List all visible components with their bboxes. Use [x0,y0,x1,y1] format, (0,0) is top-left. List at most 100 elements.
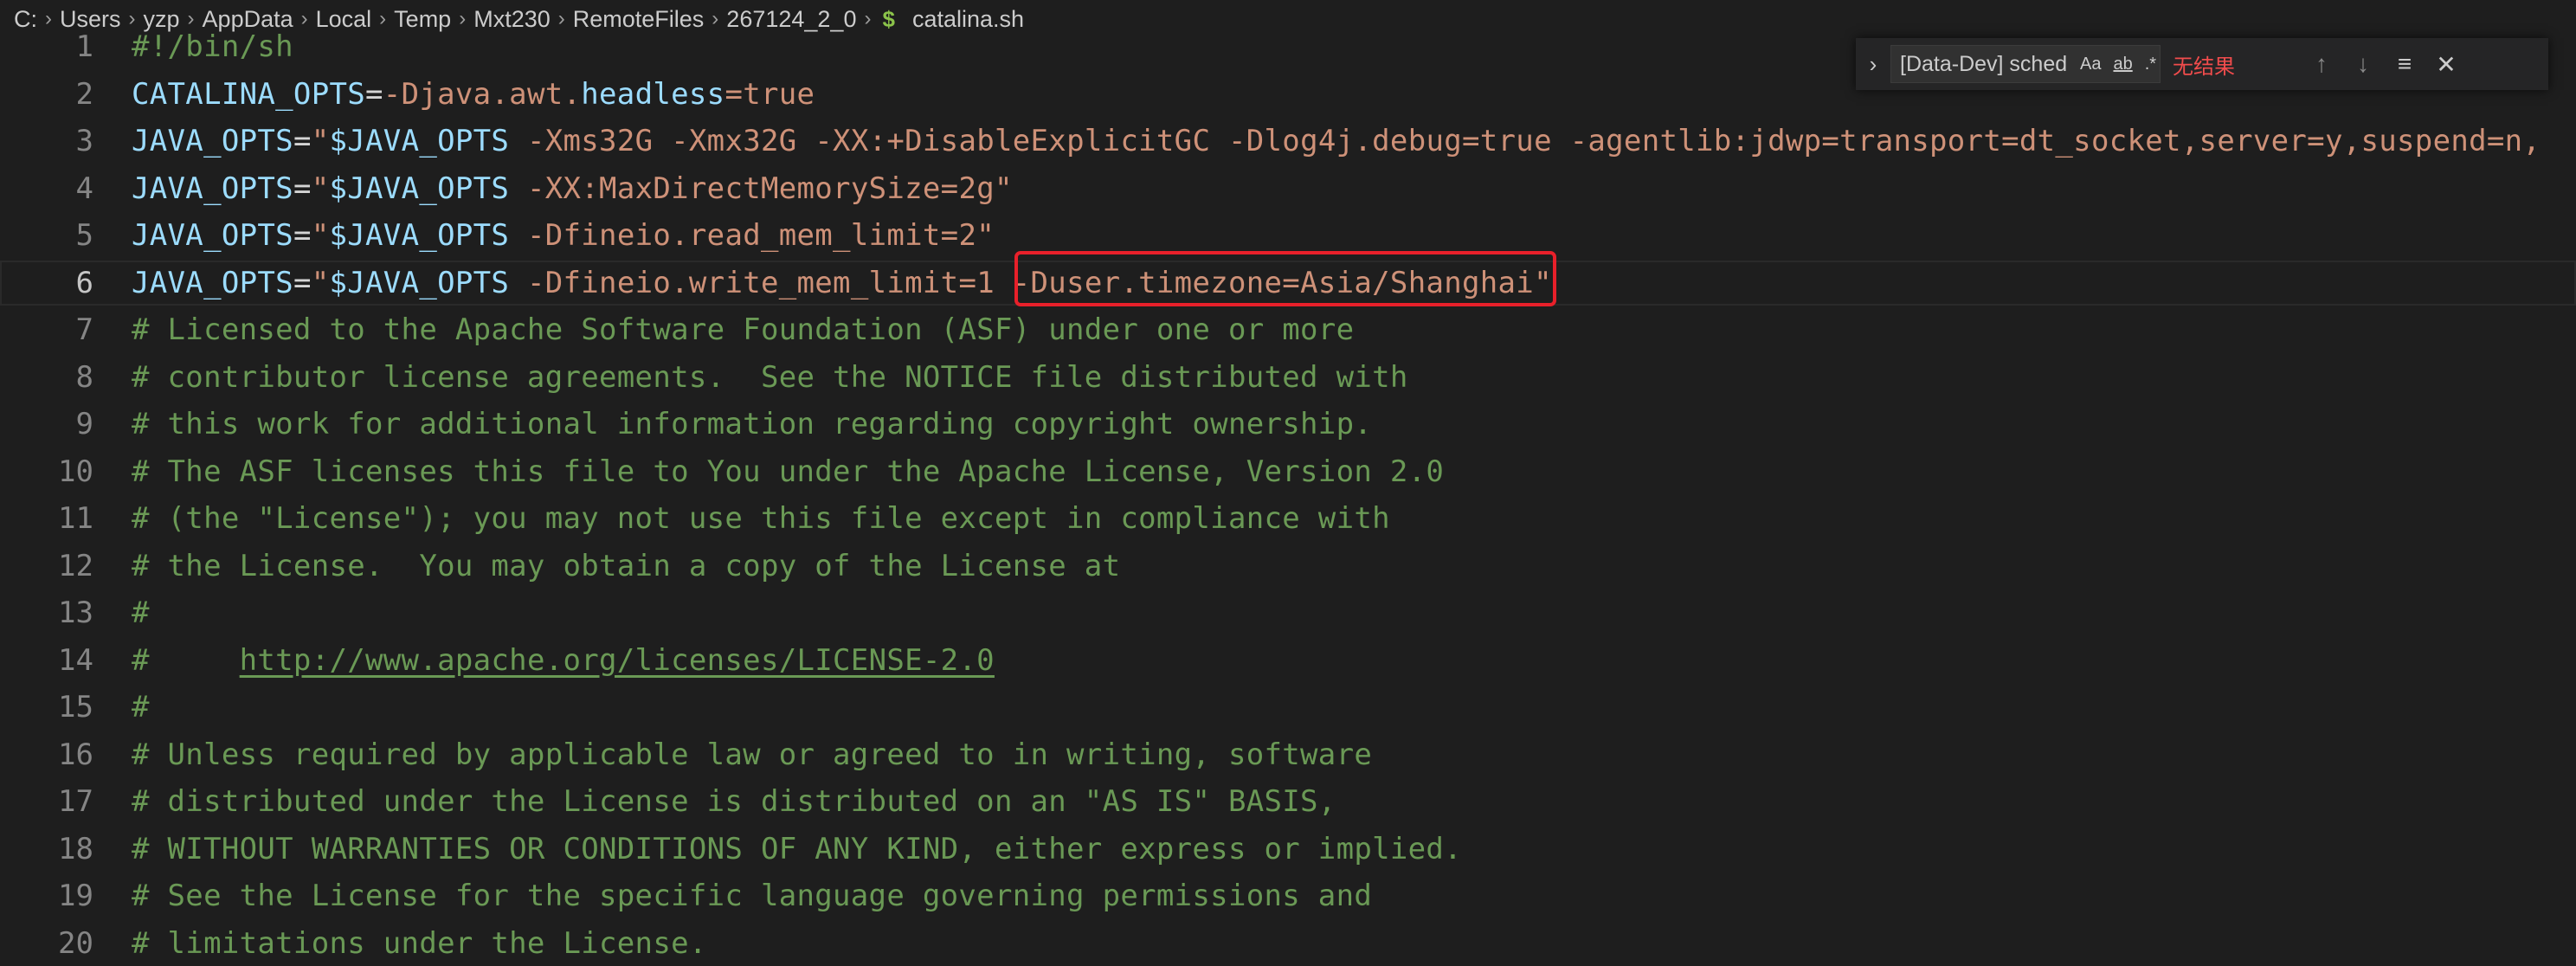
code-token: # (the "License"); you may not use this … [132,501,1390,536]
code-text: # contributor license agreements. See th… [132,360,1408,395]
line-number: 6 [75,265,93,300]
code-text: #!/bin/sh [132,29,293,64]
code-token: -Dfineio.read_mem_limit=2" [509,218,995,253]
line-number: 7 [75,312,93,347]
code-text: # distributed under the License is distr… [132,784,1336,819]
code-token: # See the License for the specific langu… [132,879,1373,913]
code-token: $JAVA_OPTS [329,265,510,300]
code-token: headless [581,76,725,112]
code-token: JAVA_OPTS [132,265,293,300]
code-token: # this work for additional information r… [132,407,1373,441]
line-number: 4 [75,171,93,206]
code-token: JAVA_OPTS [132,171,293,206]
code-token: # Unless required by applicable law or a… [132,737,1373,772]
code-line[interactable]: 12 # the License. You may obtain a copy o… [0,544,2576,589]
line-number: 3 [75,124,93,158]
code-token: " [311,218,330,253]
line-number: 5 [75,218,93,253]
code-editor[interactable]: 1 #!/bin/sh 2 CATALINA_OPTS=-Djava.awt.head… [0,29,2576,961]
code-line[interactable]: 19 # See the License for the specific lan… [0,873,2576,918]
no-result-text: 无结果 [2173,55,2235,79]
code-line[interactable]: 13 # [0,590,2576,635]
code-text: JAVA_OPTS="$JAVA_OPTS -Dfineio.read_mem_… [132,218,995,253]
code-text: # WITHOUT WARRANTIES OR CONDITIONS OF AN… [132,832,1462,866]
line-number: 13 [58,596,93,630]
line-number: 12 [58,548,93,583]
code-token: JAVA_OPTS [132,124,293,158]
line-number: 1 [75,29,93,64]
code-token: # Licensed to the Apache Software Founda… [132,312,1355,347]
line-number: 9 [75,407,93,441]
code-token: JAVA_OPTS [132,218,293,253]
code-token: -XX:MaxDirectMemorySize=2g" [509,171,1013,206]
code-text: JAVA_OPTS="$JAVA_OPTS -XX:MaxDirectMemor… [132,171,1013,206]
code-token: = [293,124,312,158]
code-token: $JAVA_OPTS [329,124,510,158]
code-line[interactable]: 8 # contributor license agreements. See t… [0,355,2576,400]
code-line[interactable]: 18 # WITHOUT WARRANTIES OR CONDITIONS OF … [0,827,2576,872]
match-case-toggle[interactable]: Aa [2080,55,2101,74]
code-token: = [293,218,312,253]
code-token: # [132,642,240,678]
line-number: 17 [58,784,93,819]
code-token: = [293,171,312,206]
line-number: 2 [75,76,93,112]
code-text: # the License. You may obtain a copy of … [132,549,1120,583]
find-input-text: [Data-Dev] schedule j [1900,51,2068,76]
code-line[interactable]: 20 # limitations under the License. [0,921,2576,966]
code-line[interactable]: 4 JAVA_OPTS="$JAVA_OPTS -XX:MaxDirectMemo… [0,166,2576,211]
code-text: JAVA_OPTS="$JAVA_OPTS -Xms32G -Xmx32G -X… [132,124,2541,158]
code-token: -Xms32G -Xmx32G -XX:+DisableExplicitGC -… [509,124,2541,158]
code-line[interactable]: 10 # The ASF licenses this file to You un… [0,449,2576,494]
code-token: -Djava.awt. [383,76,582,112]
code-text: # [132,596,150,630]
whole-word-toggle[interactable]: ab [2113,55,2132,74]
code-text: # (the "License"); you may not use this … [132,501,1390,536]
code-token: # WITHOUT WARRANTIES OR CONDITIONS OF AN… [132,831,1462,866]
code-text: # limitations under the License. [132,926,707,961]
find-input[interactable]: [Data-Dev] schedule j Aa ab .* [1890,45,2161,83]
code-token: # distributed under the License is distr… [132,784,1336,819]
code-token: # [132,596,150,630]
code-text: # this work for additional information r… [132,407,1372,441]
code-text: CATALINA_OPTS=-Djava.awt.headless=true [132,77,815,112]
code-token: # the License. You may obtain a copy of … [132,548,1121,583]
code-line[interactable]: 11 # (the "License"); you may not use thi… [0,496,2576,541]
code-line[interactable]: 14 # http://www.apache.org/licenses/LICEN… [0,638,2576,683]
code-token: = [365,76,383,112]
code-token: = [293,265,312,300]
code-token: # [132,690,150,724]
code-token: # The ASF licenses this file to You unde… [132,454,1445,489]
find-widget: › [Data-Dev] schedule j Aa ab .* 无结果 ↑ ↓… [1856,38,2548,90]
code-token: " [311,265,330,300]
line-number: 14 [58,642,93,678]
code-line[interactable]: 17 # distributed under the License is dis… [0,779,2576,824]
code-line[interactable]: 16 # Unless required by applicable law or… [0,732,2576,777]
chevron-right-icon[interactable]: › [1856,51,1890,78]
code-token: $JAVA_OPTS [329,171,510,206]
license-link[interactable]: http://www.apache.org/licenses/LICENSE-2… [240,643,995,678]
code-token: $JAVA_OPTS [329,218,510,253]
line-number: 15 [58,690,93,724]
arrow-down-icon[interactable]: ↓ [2342,50,2384,78]
code-token: #!/bin/sh [132,29,293,64]
code-text: # [132,690,150,724]
code-line[interactable]: 15 # [0,685,2576,730]
code-line[interactable]: 9 # this work for additional information … [0,402,2576,447]
code-text: # http://www.apache.org/licenses/LICENSE… [132,643,995,678]
code-token: " [311,124,330,158]
arrow-up-icon[interactable]: ↑ [2301,50,2342,78]
line-number: 11 [58,501,93,536]
find-in-selection-icon[interactable]: ≡ [2384,50,2425,78]
code-token: =true [724,76,815,112]
code-text: # Unless required by applicable law or a… [132,737,1372,772]
regex-toggle[interactable]: .* [2145,55,2156,74]
close-icon[interactable]: ✕ [2425,50,2467,79]
code-line[interactable]: 3 JAVA_OPTS="$JAVA_OPTS -Xms32G -Xmx32G -… [0,119,2576,164]
code-line[interactable]: 7 # Licensed to the Apache Software Found… [0,307,2576,352]
code-token: # limitations under the License. [132,925,707,961]
line-number: 20 [58,925,93,961]
code-text: # Licensed to the Apache Software Founda… [132,312,1354,347]
timezone-highlight-box [1014,251,1556,306]
code-token: " [311,171,330,206]
